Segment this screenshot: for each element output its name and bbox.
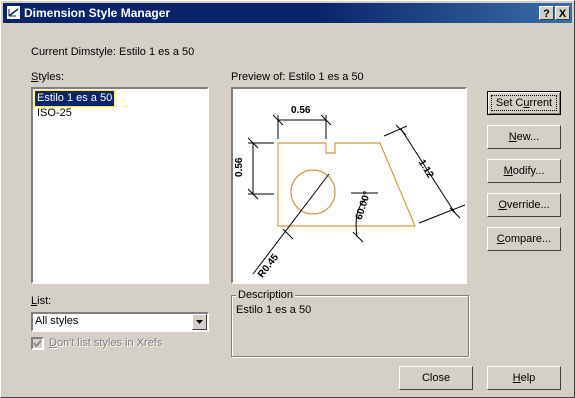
help-button[interactable]: Help [487,366,561,390]
preview-label: Preview of: Estilo 1 es a 50 [231,71,364,83]
dim-angle-text: 60.00° [354,190,373,221]
part-hole [290,169,336,215]
dropdown-arrow-icon[interactable] [192,314,207,330]
dimension-style-icon [7,6,20,19]
title-bar[interactable]: Dimension Style Manager ? X [3,3,572,23]
override-button[interactable]: Override... [487,193,561,217]
style-item-estilo[interactable]: Estilo 1 es a 50 [33,90,116,107]
list-filter-select[interactable]: All styles [31,312,209,332]
new-button[interactable]: New... [487,125,561,149]
checkmark-icon [33,339,42,348]
dimension-preview-drawing: 0.56 0.56 1.12 60.00° R0.45 [234,105,465,280]
list-label: List: [31,295,52,307]
styles-list[interactable]: Estilo 1 es a 50 ISO-25 [31,87,209,284]
dim-diag-text: 1.12 [416,158,436,181]
modify-button[interactable]: Modify... [487,159,561,183]
list-filter-value: All styles [35,315,79,327]
close-title-button[interactable]: X [555,6,570,20]
set-current-button[interactable]: Set Current [487,91,561,115]
dialog-window: Dimension Style Manager ? X Current Dims… [0,0,575,398]
style-item-iso25[interactable]: ISO-25 [35,106,74,121]
close-button[interactable]: Close [399,366,473,390]
dont-list-xrefs-label: Don't list styles in Xrefs [49,337,163,349]
description-label: Description [236,289,296,301]
dim-radius-text: R0.45 [256,252,281,280]
current-dimstyle-label: Current Dimstyle: Estilo 1 es a 50 [31,46,195,58]
styles-label: Styles: [31,71,65,83]
dim-left-text: 0.56 [234,157,245,177]
preview-panel: 0.56 0.56 1.12 60.00° R0.45 [231,87,467,284]
dim-top-text: 0.56 [291,105,311,116]
description-text: Estilo 1 es a 50 [236,304,312,316]
help-title-button[interactable]: ? [539,6,554,20]
window-title: Dimension Style Manager [24,6,171,20]
compare-button[interactable]: Compare... [487,227,561,251]
dont-list-xrefs-checkbox[interactable] [31,337,44,350]
